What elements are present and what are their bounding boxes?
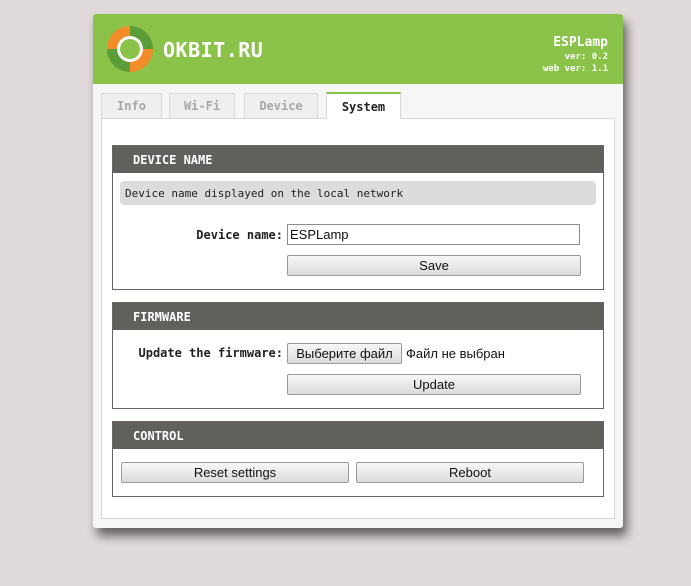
main-card: OKBIT.RU ESPLamp ver: 0.2 web ver: 1.1 I… — [93, 14, 623, 528]
device-name-label: Device name: — [196, 228, 283, 242]
app-name: ESPLamp — [553, 35, 608, 50]
brand-title: OKBIT.RU — [163, 38, 264, 62]
header: OKBIT.RU ESPLamp ver: 0.2 web ver: 1.1 — [93, 14, 623, 84]
save-button[interactable]: Save — [287, 255, 581, 276]
reboot-button[interactable]: Reboot — [356, 462, 584, 483]
device-name-section: DEVICE NAME Device name displayed on the… — [112, 145, 604, 290]
control-section-title: CONTROL — [113, 422, 603, 449]
tab-device[interactable]: Device — [244, 93, 318, 118]
web-version: web ver: 1.1 — [542, 64, 608, 74]
firmware-section-title: FIRMWARE — [113, 303, 603, 330]
system-panel: DEVICE NAME Device name displayed on the… — [101, 118, 615, 519]
device-name-section-title: DEVICE NAME — [113, 146, 603, 173]
okbit-logo-icon — [107, 26, 153, 72]
reset-settings-button[interactable]: Reset settings — [121, 462, 349, 483]
device-name-hint: Device name displayed on the local netwo… — [120, 181, 596, 205]
tab-system[interactable]: System — [326, 92, 401, 119]
device-name-input[interactable] — [287, 224, 580, 245]
choose-file-button[interactable]: Выберите файл — [287, 343, 402, 364]
firmware-section: FIRMWARE Update the firmware: Выберите ф… — [112, 302, 604, 409]
file-status: Файл не выбран — [406, 346, 505, 361]
update-button[interactable]: Update — [287, 374, 581, 395]
firmware-version: ver: 0.2 — [564, 52, 608, 62]
tab-info[interactable]: Info — [101, 93, 162, 118]
tab-wifi[interactable]: Wi-Fi — [169, 93, 235, 118]
firmware-label: Update the firmware: — [138, 346, 284, 360]
control-section: CONTROL Reset settings Reboot — [112, 421, 604, 497]
